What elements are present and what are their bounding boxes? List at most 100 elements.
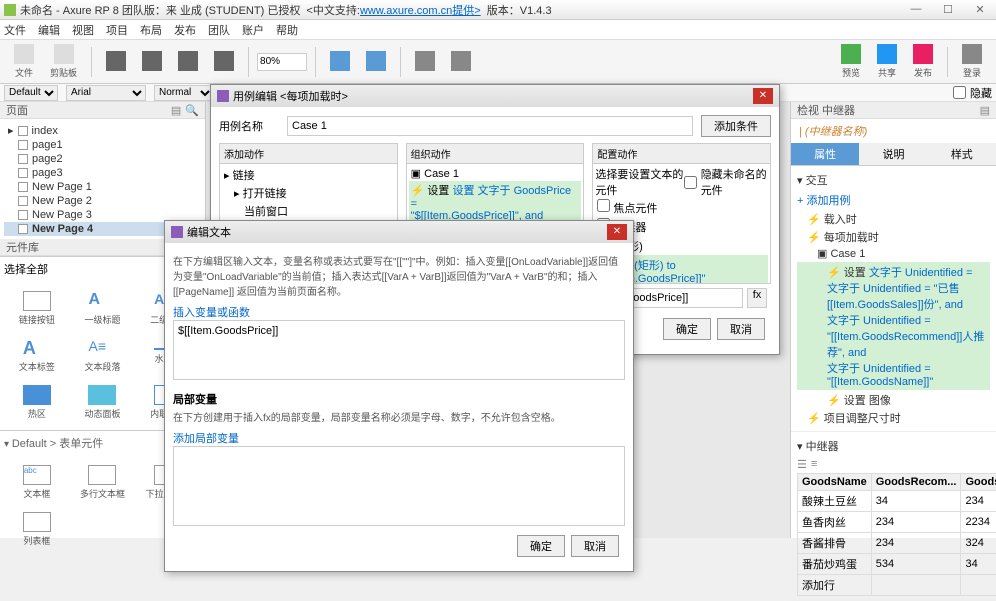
action-item[interactable]: 当前窗口 xyxy=(222,202,395,220)
tool-shape[interactable] xyxy=(208,49,240,75)
table-row[interactable]: 香酱排骨234324 xyxy=(798,533,996,554)
edit-dialog-close-button[interactable]: ✕ xyxy=(607,224,627,240)
menu-project[interactable]: 项目 xyxy=(106,22,128,38)
weight-select[interactable]: Normal xyxy=(154,85,214,101)
menu-team[interactable]: 团队 xyxy=(208,22,230,38)
add-condition-button[interactable]: 添加条件 xyxy=(701,115,771,137)
edit-cancel-button[interactable]: 取消 xyxy=(571,535,619,557)
config-label: 选择要设置文本的元件 xyxy=(595,166,683,198)
tool-dist[interactable] xyxy=(445,49,477,75)
share-button[interactable]: 共享 xyxy=(871,42,903,81)
lib-label[interactable]: A文本标签 xyxy=(6,334,68,377)
page-item[interactable]: page2 xyxy=(4,152,201,166)
menu-view[interactable]: 视图 xyxy=(72,22,94,38)
zoom-input[interactable] xyxy=(257,53,307,71)
menu-layout[interactable]: 布局 xyxy=(140,22,162,38)
repeater-table[interactable]: GoodsNameGoodsRecom...GoodsSales 酸辣土豆丝34… xyxy=(797,473,996,596)
org-case[interactable]: ▣ Case 1 xyxy=(409,166,582,181)
config-item[interactable]: 焦点元件 xyxy=(595,198,768,217)
table-row[interactable]: 番茄炒鸡蛋53434 xyxy=(798,554,996,575)
tab-style[interactable]: 样式 xyxy=(928,143,996,165)
select-all[interactable]: 选择全部 xyxy=(4,264,48,276)
col-add-action: 添加动作 xyxy=(219,143,398,164)
lib-listbox[interactable]: 列表框 xyxy=(6,508,68,551)
toolbar: 文件 剪贴板 预览 共享 发布 登录 xyxy=(0,40,996,84)
tool-connect[interactable] xyxy=(136,49,168,75)
publish-button[interactable]: 发布 xyxy=(907,42,939,81)
lib-textbox[interactable]: abc文本框 xyxy=(6,461,68,504)
table-row[interactable]: 酸辣土豆丝34234 xyxy=(798,491,996,512)
menu-file[interactable]: 文件 xyxy=(4,22,26,38)
lib-dynamic[interactable]: 动态面板 xyxy=(72,381,134,424)
add-page-icon[interactable]: ▤ xyxy=(171,104,181,117)
dialog-close-button[interactable]: ✕ xyxy=(753,88,773,104)
edit-text-dialog: 编辑文本 ✕ 在下方编辑区输入文本，变量名称或表达式要写在"[[""]"中。例如… xyxy=(164,220,634,572)
style-select[interactable]: Default xyxy=(4,85,58,101)
lib-link-button[interactable]: 链接按钮 xyxy=(6,287,68,330)
app-icon xyxy=(4,4,16,16)
tool-align[interactable] xyxy=(409,49,441,75)
lib-hotspot[interactable]: 热区 xyxy=(6,381,68,424)
tool-file[interactable]: 文件 xyxy=(8,42,40,81)
case-cancel-button[interactable]: 取消 xyxy=(717,318,765,340)
action-item[interactable]: ▸ 打开链接 xyxy=(222,184,395,202)
hide-unnamed-checkbox[interactable]: 隐藏未命名的元件 xyxy=(684,166,768,198)
pages-panel-title: 页面 xyxy=(6,102,28,118)
repeater-tool-icon[interactable]: ☰ xyxy=(797,458,807,471)
tool-group2[interactable] xyxy=(360,49,392,75)
page-item[interactable]: page1 xyxy=(4,138,201,152)
action-set-image[interactable]: ⚡ 设置 图像 xyxy=(797,391,990,409)
repeater-tool-icon[interactable]: ≡ xyxy=(811,458,817,471)
preview-button[interactable]: 预览 xyxy=(835,42,867,81)
minimize-button[interactable]: — xyxy=(904,3,928,16)
add-local-var-link[interactable]: 添加局部变量 xyxy=(173,430,625,446)
tool-group1[interactable] xyxy=(324,49,356,75)
inspector-menu-icon[interactable]: ▤ xyxy=(980,104,990,117)
lib-h1[interactable]: A一级标题 xyxy=(72,287,134,330)
page-item[interactable]: New Page 1 xyxy=(4,180,201,194)
table-row[interactable]: 鱼香肉丝2342234 xyxy=(798,512,996,533)
hide-checkbox[interactable]: 隐藏 xyxy=(953,85,992,101)
edit-ok-button[interactable]: 确定 xyxy=(517,535,565,557)
font-select[interactable]: Arial xyxy=(66,85,146,101)
tree-root[interactable]: ▸ index xyxy=(4,123,201,138)
case-ok-button[interactable]: 确定 xyxy=(663,318,711,340)
event-load[interactable]: ⚡ 载入时 xyxy=(797,210,990,228)
support-link[interactable]: www.axure.com.cn提供> xyxy=(360,5,481,17)
tab-properties[interactable]: 属性 xyxy=(791,143,859,165)
close-button[interactable]: ✕ xyxy=(968,3,992,16)
lib-panel-title: 元件库 xyxy=(6,239,39,255)
lib-paragraph[interactable]: A≡文本段落 xyxy=(72,334,134,377)
local-var-textarea[interactable] xyxy=(173,446,625,526)
menu-account[interactable]: 账户 xyxy=(242,22,264,38)
menu-help[interactable]: 帮助 xyxy=(276,22,298,38)
tool-pen[interactable] xyxy=(172,49,204,75)
action-item[interactable]: ▸ 链接 xyxy=(222,166,395,184)
login-button[interactable]: 登录 xyxy=(956,42,988,81)
widget-name: | (中继器名称) xyxy=(791,119,996,143)
event-item-load[interactable]: ⚡ 每项加载时 xyxy=(797,228,990,246)
case-node[interactable]: ▣ Case 1 xyxy=(797,246,990,261)
table-row[interactable]: 添加行 xyxy=(798,575,996,596)
add-case-link[interactable]: + 添加用例 xyxy=(797,190,990,210)
inspector-title: 检视 中继器 xyxy=(797,102,855,118)
edit-dialog-title: 编辑文本 xyxy=(187,224,231,240)
dialog-icon xyxy=(217,90,229,102)
expression-textarea[interactable]: $[[Item.GoodsPrice]] xyxy=(173,320,625,380)
menu-edit[interactable]: 编辑 xyxy=(38,22,60,38)
page-item[interactable]: New Page 2 xyxy=(4,194,201,208)
search-page-icon[interactable]: 🔍 xyxy=(185,104,199,117)
action-set-text[interactable]: ⚡ 设置 文字于 Unidentified = 文字于 Unidentified… xyxy=(797,262,990,390)
edit-help-text: 在下方编辑区输入文本，变量名称或表达式要写在"[[""]"中。例如：插入变量[[… xyxy=(173,251,625,304)
menu-publish[interactable]: 发布 xyxy=(174,22,196,38)
tab-notes[interactable]: 说明 xyxy=(859,143,927,165)
lib-textarea[interactable]: 多行文本框 xyxy=(72,461,134,504)
case-name-input[interactable] xyxy=(287,116,693,136)
tool-select[interactable] xyxy=(100,49,132,75)
insert-var-link[interactable]: 插入变量或函数 xyxy=(173,304,625,320)
event-resize[interactable]: ⚡ 项目调整尺寸时 xyxy=(797,409,990,427)
maximize-button[interactable]: ☐ xyxy=(936,3,960,16)
tool-clipboard[interactable]: 剪贴板 xyxy=(44,42,83,81)
page-item[interactable]: page3 xyxy=(4,166,201,180)
fx-button[interactable]: fx xyxy=(747,288,767,308)
